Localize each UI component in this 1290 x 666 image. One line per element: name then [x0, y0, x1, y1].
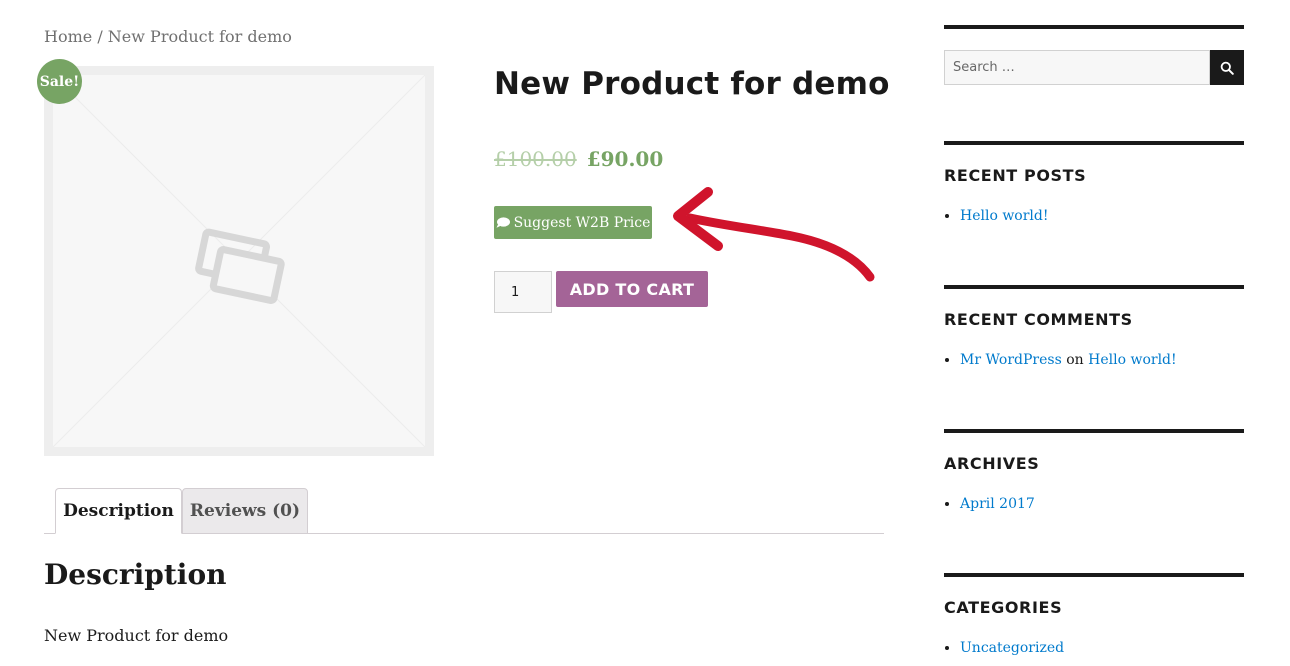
recent-comments-title: RECENT COMMENTS [944, 310, 1133, 329]
comment-author-link[interactable]: Mr WordPress [960, 352, 1062, 368]
category-link[interactable]: Uncategorized [960, 640, 1064, 656]
breadcrumb-separator: / [92, 27, 108, 46]
breadcrumb: Home / New Product for demo [44, 27, 292, 46]
product-price: £100.00 £90.00 [494, 147, 663, 171]
categories-title: CATEGORIES [944, 598, 1063, 617]
comment-connector: on [1066, 352, 1084, 368]
list-item: April 2017 [960, 496, 1035, 512]
list-item: Hello world! [960, 208, 1049, 224]
archives-list: April 2017 [944, 496, 1035, 512]
widget-divider [944, 429, 1244, 433]
suggest-price-label: Suggest W2B Price [513, 214, 651, 231]
widget-divider [944, 141, 1244, 145]
quantity-input[interactable] [494, 271, 552, 313]
suggest-price-button[interactable]: Suggest W2B Price [494, 206, 652, 239]
recent-posts-title: RECENT POSTS [944, 166, 1087, 185]
recent-comments-list: Mr WordPress on Hello world! [944, 352, 1177, 368]
categories-list: Uncategorized [944, 640, 1064, 656]
description-text: New Product for demo [44, 626, 229, 645]
breadcrumb-home-link[interactable]: Home [44, 27, 92, 46]
search-icon [1220, 61, 1234, 75]
recent-posts-list: Hello world! [944, 208, 1049, 224]
list-item: Mr WordPress on Hello world! [960, 352, 1177, 368]
tab-reviews[interactable]: Reviews (0) [182, 488, 308, 534]
image-placeholder-icon [53, 75, 425, 447]
list-item: Uncategorized [960, 640, 1064, 656]
annotation-arrow-icon [673, 187, 875, 282]
product-image-placeholder [53, 75, 425, 447]
tab-description[interactable]: Description [55, 488, 182, 534]
search-button[interactable] [1210, 50, 1244, 85]
chat-bubble-icon [496, 217, 510, 228]
widget-divider [944, 25, 1244, 29]
price-original: £100.00 [494, 147, 577, 171]
description-heading: Description [44, 558, 227, 591]
archives-title: ARCHIVES [944, 454, 1040, 473]
sale-badge: Sale! [37, 59, 82, 104]
search-input[interactable] [944, 50, 1210, 85]
widget-divider [944, 285, 1244, 289]
price-sale: £90.00 [586, 147, 664, 171]
widget-divider [944, 573, 1244, 577]
product-title: New Product for demo [494, 66, 890, 102]
comment-post-link[interactable]: Hello world! [1088, 352, 1177, 368]
breadcrumb-current: New Product for demo [107, 27, 292, 46]
recent-post-link[interactable]: Hello world! [960, 208, 1049, 224]
add-to-cart-button[interactable]: ADD TO CART [556, 271, 708, 307]
archive-link[interactable]: April 2017 [960, 496, 1035, 512]
product-image[interactable] [44, 66, 434, 456]
